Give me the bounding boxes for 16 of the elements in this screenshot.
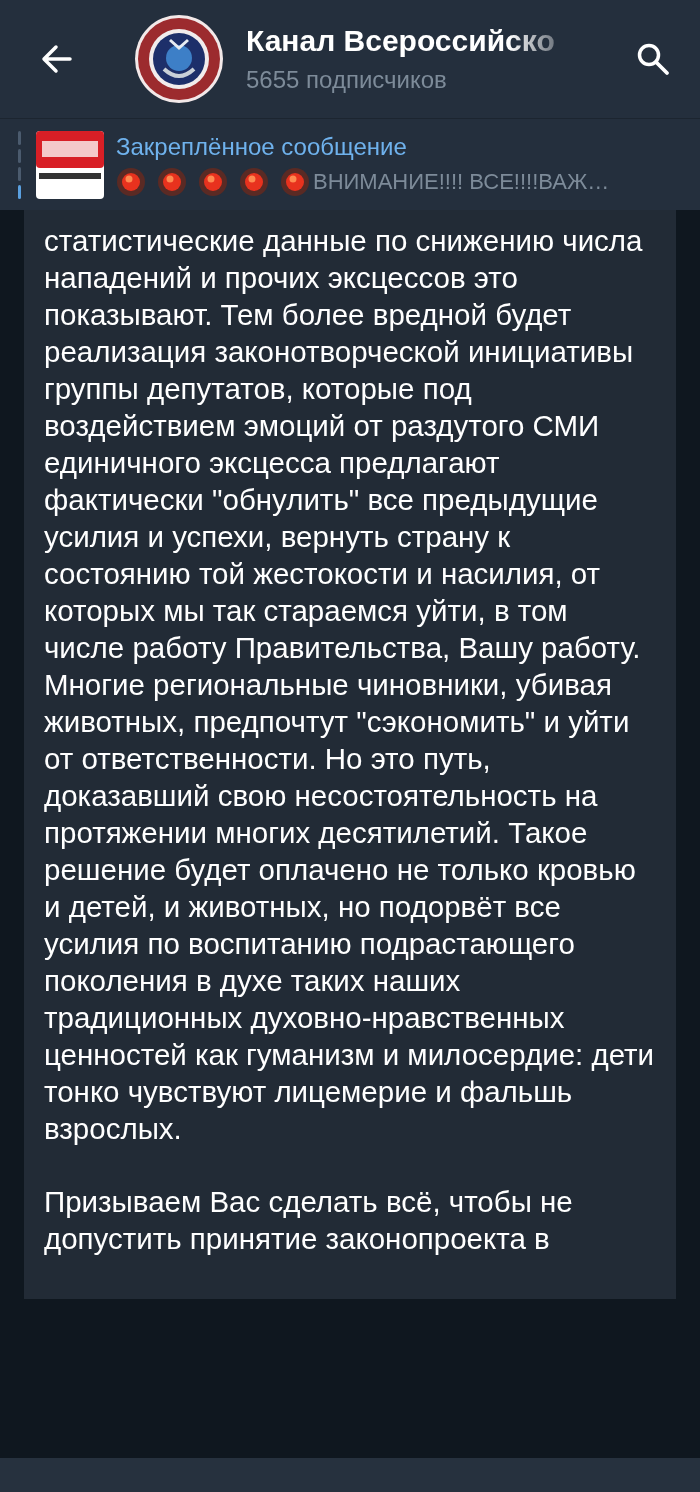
channel-avatar-emblem-icon[interactable] <box>134 14 224 104</box>
pinned-message-bar[interactable]: Закреплённое сообщение ВНИМАНИЕ!!!! ВСЕ!!!!ВАЖ… <box>0 118 700 210</box>
circle-emoji-icon <box>157 166 187 197</box>
circle-emoji-icon <box>280 166 310 197</box>
message-text: Призываем Вас сделать всё, чтобы не допустить принятие законопроекта в <box>44 1184 574 1257</box>
channel-title: Канал Всероссийско <box>246 24 555 58</box>
pinned-preview-text: ВНИМАНИЕ!!!! ВСЕ!!!!ВАЖ… <box>313 168 610 195</box>
circle-emoji-icon <box>198 166 228 197</box>
search-icon[interactable] <box>636 42 670 76</box>
pinned-position-indicator-icon <box>18 130 22 199</box>
message-text: статистические данные по снижению числа нападений и прочих эксцессов это показывают. Тем более вредной будет реализация законотворческой инициативы группы депутатов, которые под воздействием эмоций от раздутого СМИ единичного эксцесса предлагают фактически "обнулить" все предыдущие усилия и успехи, вернуть страну к состоянию той жестокости и насилия, от которых мы так стараемся уйти, в том числе работу Правительства, Вашу работу. Многие региональные чиновники, убивая животных, предпочтут "сэкономить" и уйти от ответственности. Но это путь, доказавший свою несостоятельность на протяжении многих десятилетий. Такое решение будет оплачено не только кровью и детей, и животных, но подорвёт все усилия по воспитанию подрастающего поколения в духе таких наших традиционных духовно-нравственных ценностей как гуманизм и милосердие: дети тонко чувствуют лицемерие и фальшь взрослых. <box>44 223 656 1147</box>
subscriber-count: 5655 подписчиков <box>246 66 448 94</box>
circle-emoji-icon <box>239 166 269 197</box>
pinned-label: Закреплённое сообщение <box>116 132 408 161</box>
back-icon[interactable] <box>40 42 74 76</box>
circle-emoji-icon <box>116 166 146 197</box>
